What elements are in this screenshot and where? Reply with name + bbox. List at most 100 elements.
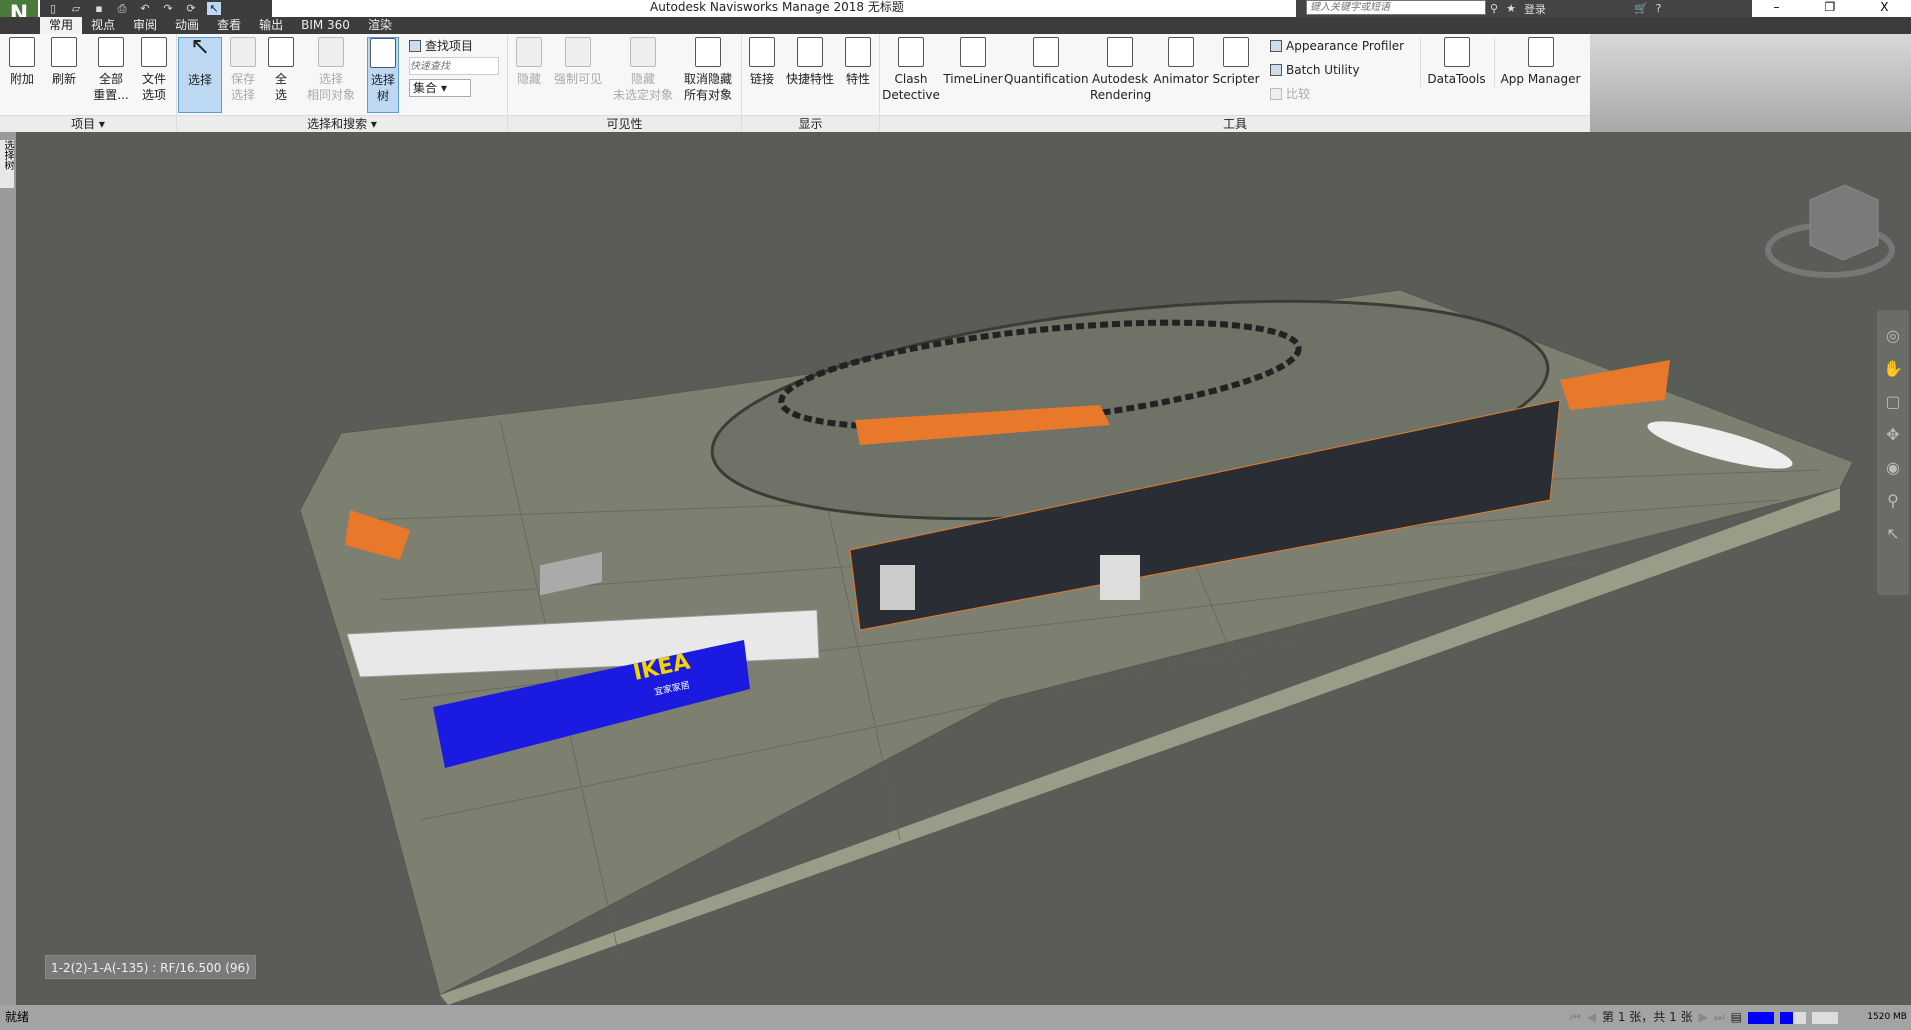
steering-wheel-icon[interactable]: ◎ (1886, 326, 1900, 345)
selection-tree-button[interactable]: 选择 树 (367, 37, 399, 113)
select-all-icon (268, 37, 294, 67)
save-icon[interactable]: ▪ (92, 2, 106, 15)
zoom-window-icon[interactable]: ▢ (1885, 392, 1900, 411)
select-same-button[interactable]: 选择 相同对象 (303, 37, 359, 103)
save-selection-button[interactable]: 保存 选择 (225, 37, 261, 103)
panel-display-label: 显示 (742, 115, 879, 132)
viewcube[interactable] (1765, 184, 1895, 278)
orbit-icon[interactable]: ✥ (1886, 425, 1899, 444)
properties-icon (845, 37, 871, 67)
reset-all-button[interactable]: 全部 重置... (88, 37, 134, 103)
panel-visibility: 隐藏 强制可见 隐藏 未选定对象 取消隐藏 所有对象 可见性 (508, 34, 742, 132)
model-view[interactable]: IKEA 宜家家居 (16, 135, 1911, 1005)
memory-usage: 1520 MB (1867, 1012, 1907, 1022)
last-page-icon[interactable]: ⏭ (1714, 1005, 1725, 1030)
teapot-icon (1107, 37, 1133, 67)
prev-page-icon[interactable]: ◀ (1587, 1005, 1596, 1030)
next-page-icon[interactable]: ▶ (1699, 1005, 1708, 1030)
tab-bim360[interactable]: BIM 360 (292, 17, 359, 34)
open-icon[interactable]: ▱ (69, 2, 83, 15)
animator-button[interactable]: Animator (1152, 37, 1210, 87)
compare-icon (1270, 88, 1282, 100)
append-button[interactable]: 附加 (4, 37, 40, 87)
refresh-button[interactable]: 刷新 (46, 37, 82, 87)
tab-view[interactable]: 查看 (208, 17, 250, 34)
panel-project-label[interactable]: 项目 ▾ (0, 115, 176, 132)
infocenter-search-input[interactable] (1306, 0, 1486, 15)
datatools-button[interactable]: DataTools (1420, 37, 1492, 87)
close-button[interactable]: X (1880, 0, 1888, 17)
batch-utility-button[interactable]: Batch Utility (1270, 62, 1360, 78)
quick-properties-icon (797, 37, 823, 67)
redo-icon[interactable]: ↷ (161, 2, 175, 15)
appearance-profiler-icon (1270, 40, 1282, 52)
new-icon[interactable]: ▯ (46, 2, 60, 15)
cart-icon[interactable]: 🛒 (1634, 2, 1648, 15)
restore-button[interactable]: ❐ (1825, 0, 1836, 17)
panel-tools-label: 工具 (880, 115, 1590, 132)
links-button[interactable]: 链接 (746, 37, 778, 87)
ribbon-empty-area (1590, 34, 1911, 132)
tab-home[interactable]: 常用 (40, 17, 83, 34)
quick-find-input[interactable] (409, 57, 499, 75)
animator-icon (1168, 37, 1194, 67)
tab-render[interactable]: 渲染 (359, 17, 401, 34)
app-manager-icon (1527, 37, 1554, 67)
pan-icon[interactable]: ✋ (1883, 359, 1903, 378)
scripter-button[interactable]: Scripter (1210, 37, 1262, 87)
sheet-browser-icon[interactable]: ▤ (1731, 1005, 1742, 1030)
unhide-all-button[interactable]: 取消隐藏 所有对象 (678, 37, 738, 103)
sets-dropdown[interactable]: 集合 ▾ (409, 79, 471, 97)
select-icon[interactable]: ↖ (1886, 524, 1899, 543)
3d-viewport[interactable]: IKEA 宜家家居 (16, 135, 1911, 1005)
hide-button[interactable]: 隐藏 (512, 37, 546, 87)
hide-icon (516, 37, 542, 67)
require-button[interactable]: 强制可见 (550, 37, 606, 87)
append-icon (9, 37, 35, 67)
select-button[interactable]: ↖ 选择 (178, 34, 222, 113)
panel-display: 链接 快捷特性 特性 显示 (742, 34, 880, 132)
first-page-icon[interactable]: ⏮ (1570, 1005, 1581, 1030)
batch-utility-icon (1270, 64, 1282, 76)
appearance-profiler-button[interactable]: Appearance Profiler (1270, 38, 1404, 54)
binoculars-icon[interactable]: ⚲ (1490, 2, 1498, 15)
select-icon[interactable]: ↖ (207, 2, 221, 15)
selection-tree-side-tab[interactable]: 选择树 (0, 140, 14, 188)
window-title: Autodesk Navisworks Manage 2018 无标题 (650, 0, 904, 14)
file-options-button[interactable]: 文件 选项 (136, 37, 172, 103)
clash-detective-button[interactable]: Clash Detective (880, 37, 942, 103)
tab-output[interactable]: 输出 (250, 17, 292, 34)
compare-button[interactable]: 比较 (1270, 86, 1310, 102)
login-button[interactable]: 登录 (1524, 1, 1546, 17)
panel-visibility-label: 可见性 (508, 115, 741, 132)
select-all-button[interactable]: 全 选 (265, 37, 297, 103)
quick-properties-button[interactable]: 快捷特性 (782, 37, 838, 87)
help-icon[interactable]: ? (1656, 2, 1662, 15)
look-around-icon[interactable]: ◉ (1886, 458, 1900, 477)
timeliner-button[interactable]: TimeLiner (942, 37, 1004, 87)
tab-viewpoint[interactable]: 视点 (82, 17, 124, 34)
walk-icon[interactable]: ⚲ (1887, 491, 1899, 510)
panel-tools: Clash Detective TimeLiner Quantification… (880, 34, 1590, 132)
star-icon[interactable]: ★ (1506, 2, 1516, 15)
disk-progress-icon (1779, 1012, 1806, 1024)
undo-icon[interactable]: ↶ (138, 2, 152, 15)
autodesk-rendering-button[interactable]: Autodesk Rendering (1090, 37, 1151, 103)
white-panel (880, 565, 915, 610)
save-selection-icon (230, 37, 256, 67)
print-icon[interactable]: ⎙ (115, 2, 129, 16)
panel-project: 附加 刷新 全部 重置... 文件 选项 项目 ▾ (0, 34, 177, 132)
app-manager-button[interactable]: App Manager (1494, 37, 1586, 87)
web-server-progress-icon (1811, 1012, 1838, 1024)
tab-review[interactable]: 审阅 (124, 17, 166, 34)
object-tooltip: 1-2(2)-1-A(-135) : RF/16.500 (96) (45, 955, 256, 979)
hide-unselected-button[interactable]: 隐藏 未选定对象 (608, 37, 678, 103)
status-text: 就绪 (5, 1010, 30, 1024)
properties-button[interactable]: 特性 (842, 37, 874, 87)
quantification-button[interactable]: Quantification (1004, 37, 1089, 87)
minimize-button[interactable]: – (1774, 0, 1780, 17)
refresh-icon[interactable]: ⟳ (184, 2, 198, 15)
find-items-button[interactable]: 查找项目 (409, 38, 473, 54)
panel-select-search-label[interactable]: 选择和搜索 ▾ (177, 115, 507, 132)
pencil-progress-icon (1747, 1012, 1774, 1024)
